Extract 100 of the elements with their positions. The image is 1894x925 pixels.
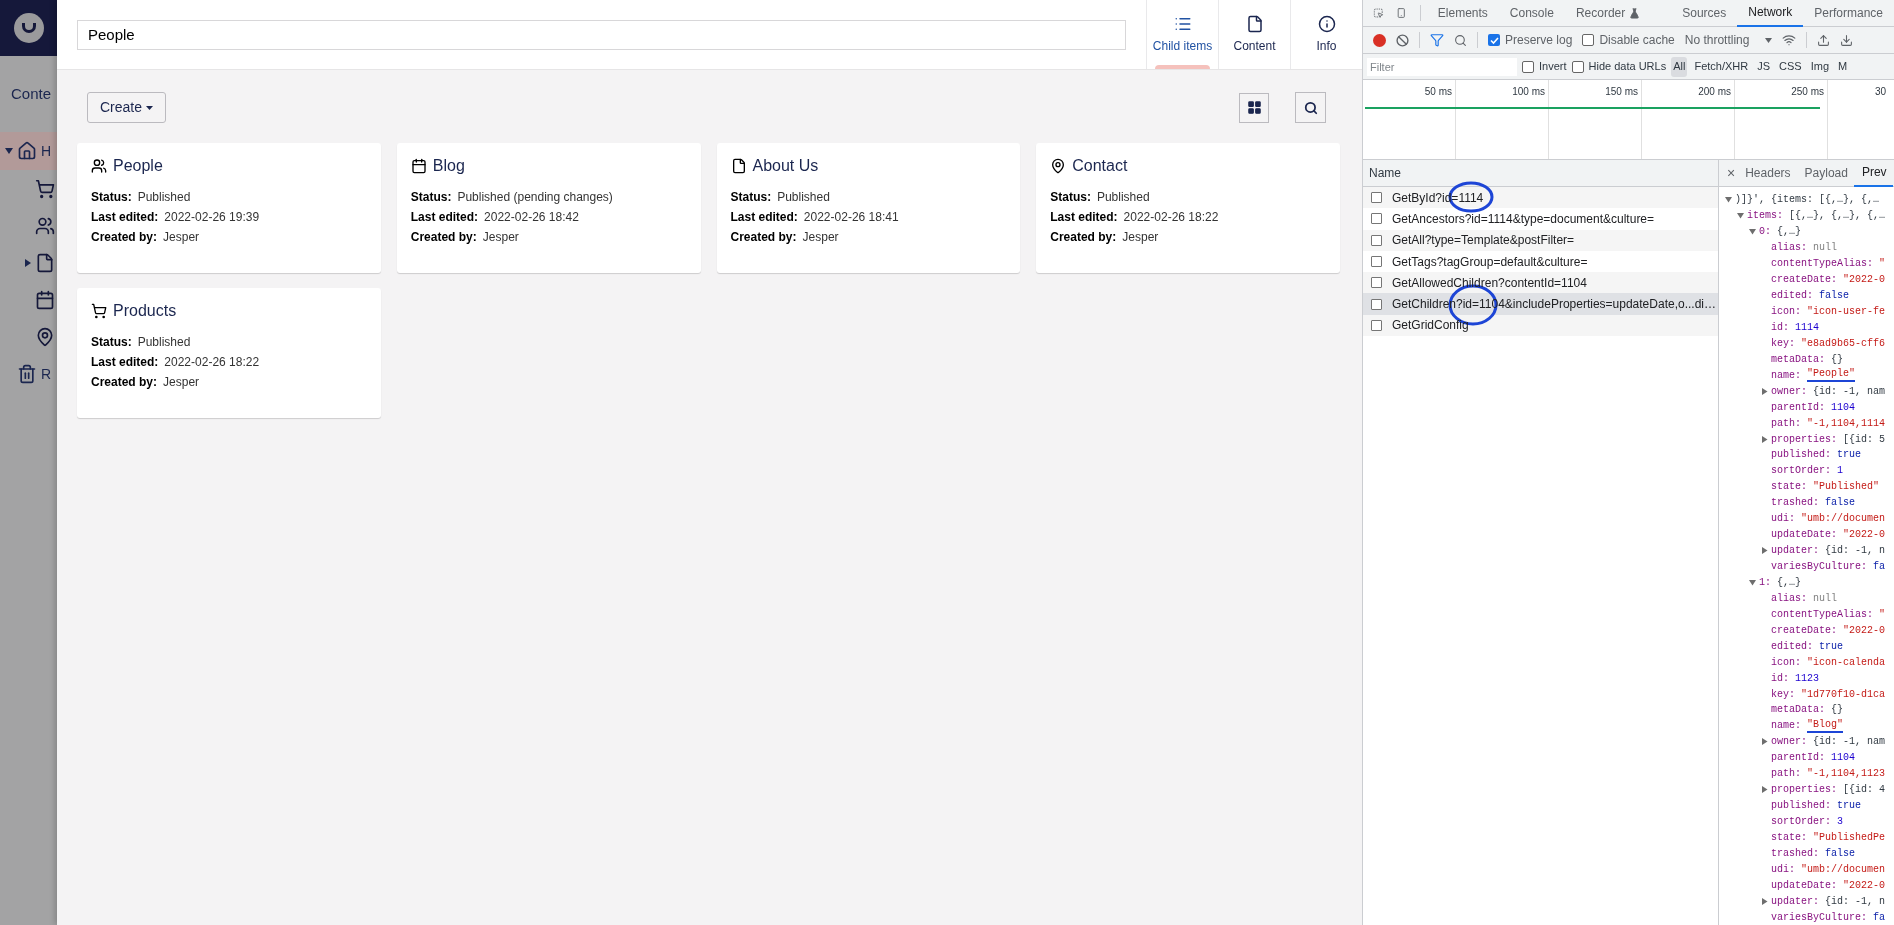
- tree-item[interactable]: [35, 289, 55, 310]
- grid-view-button[interactable]: [1239, 92, 1269, 123]
- content-card[interactable]: Contact Status: Published Last edited: 2022-02-26 18:22 Created by: Jesper: [1036, 143, 1340, 273]
- people-icon: [35, 215, 55, 236]
- preview-line: metaData: {}: [1770, 352, 1845, 367]
- checkbox-label[interactable]: Disable cache: [1599, 31, 1675, 49]
- preview-line: createDate: "2022-0: [1770, 273, 1887, 288]
- tree-item[interactable]: H: [0, 132, 57, 170]
- collapsed-arrow-icon[interactable]: [1761, 738, 1768, 746]
- network-settings-icon[interactable]: [1782, 33, 1797, 47]
- caret-icon: [146, 105, 154, 110]
- preview-line[interactable]: owner: {id: -1, nam: [1761, 733, 1894, 750]
- preview-line: udi: "umb://documen: [1770, 512, 1887, 527]
- detail-tab[interactable]: Headers: [1737, 159, 1797, 187]
- preview-line[interactable]: properties: [{id: 5: [1761, 431, 1894, 447]
- devtools-tab[interactable]: Sources: [1671, 0, 1738, 27]
- preview-line: parentId: 1104: [1770, 400, 1857, 415]
- type-filter-button[interactable]: Img: [1808, 56, 1831, 77]
- checkbox[interactable]: [1371, 213, 1382, 225]
- expanded-arrow-icon[interactable]: [1737, 212, 1744, 220]
- checkbox[interactable]: [1488, 34, 1500, 46]
- collapsed-arrow-icon[interactable]: [1761, 786, 1768, 794]
- close-button[interactable]: ×: [1725, 162, 1738, 184]
- card-title[interactable]: People: [113, 154, 163, 178]
- name-field[interactable]: People: [77, 19, 1126, 50]
- collapsed-arrow-icon[interactable]: [1761, 897, 1768, 905]
- preview-line[interactable]: items: [{,…}, {,…}, {,…: [1737, 207, 1894, 224]
- expanded-caret-icon[interactable]: [5, 147, 13, 155]
- type-filter-button[interactable]: Fetch/XHR: [1692, 56, 1751, 77]
- column-header[interactable]: Name: [1369, 164, 1401, 182]
- card-title[interactable]: Contact: [1072, 154, 1128, 178]
- content-card[interactable]: Products Status: Published Last edited: 2022-02-26 18:22 Created by: Jesper: [77, 288, 381, 418]
- request-row[interactable]: GetAllowedChildren?contentId=1104: [1363, 272, 1718, 294]
- expanded-arrow-icon[interactable]: [1749, 578, 1756, 586]
- tree-item[interactable]: [35, 252, 55, 273]
- devtools-tab[interactable]: Console: [1498, 0, 1565, 27]
- checkbox[interactable]: [1371, 256, 1382, 268]
- checkbox[interactable]: [1371, 319, 1382, 331]
- detail-tab[interactable]: Prev: [1853, 159, 1893, 187]
- checkbox[interactable]: [1371, 277, 1382, 289]
- filter-field[interactable]: Filter: [1367, 57, 1517, 76]
- checkbox[interactable]: [1371, 192, 1382, 204]
- app-tab[interactable]: Content: [1218, 0, 1290, 69]
- create-button[interactable]: Create: [87, 92, 167, 123]
- devtools-tab[interactable]: Recorder: [1564, 0, 1652, 27]
- preview-line[interactable]: properties: [{id: 4: [1761, 781, 1894, 798]
- collapsed-arrow-icon[interactable]: [1761, 387, 1768, 395]
- content-card[interactable]: Blog Status: Published (pending changes) Last edited: 2022-02-26 18:42 Created by: Jesper: [396, 143, 701, 273]
- checkbox-label[interactable]: Preserve log: [1505, 31, 1573, 49]
- checkbox[interactable]: [1371, 234, 1382, 246]
- device-icon[interactable]: [1395, 6, 1407, 20]
- card-title[interactable]: About Us: [752, 154, 819, 178]
- devtools-tab[interactable]: Performance: [1803, 0, 1894, 27]
- tree-item[interactable]: [35, 215, 55, 236]
- filter-icon[interactable]: [1430, 33, 1444, 47]
- inspect-icon[interactable]: [1373, 6, 1384, 20]
- preview-line[interactable]: owner: {id: -1, nam: [1761, 383, 1894, 400]
- collapsed-arrow-icon[interactable]: [1761, 547, 1768, 555]
- section-title: Conte: [11, 85, 52, 102]
- devtools-tab[interactable]: Elements: [1426, 0, 1499, 27]
- type-filter-button[interactable]: CSS: [1777, 56, 1804, 77]
- preview-line[interactable]: updater: {id: -1, n: [1761, 893, 1894, 910]
- expanded-arrow-icon[interactable]: [1749, 228, 1756, 236]
- preview-line: trashed: false: [1770, 846, 1857, 861]
- search-icon[interactable]: [1454, 33, 1467, 47]
- preview-line[interactable]: )]}', {items: [{,…}, {,…: [1725, 192, 1894, 208]
- collapsed-arrow-icon[interactable]: [1761, 435, 1768, 443]
- content-card[interactable]: People Status: Published Last edited: 2022-02-26 19:39 Created by: Jesper: [77, 143, 381, 273]
- card-title[interactable]: Products: [113, 299, 177, 323]
- preview-line[interactable]: updater: {id: -1, n: [1761, 542, 1894, 559]
- collapsed-caret-icon[interactable]: [24, 258, 32, 267]
- throttling-dropdown[interactable]: No throttling: [1684, 31, 1773, 49]
- request-row[interactable]: GetAll?type=Template&postFilter=: [1363, 229, 1718, 251]
- type-filter-button[interactable]: M: [1836, 56, 1850, 77]
- download-icon[interactable]: [1840, 33, 1854, 47]
- checkbox[interactable]: [1571, 60, 1584, 73]
- checkbox-label[interactable]: Invert: [1539, 58, 1567, 75]
- tree-item[interactable]: [35, 326, 55, 347]
- preview-line: path: "-1,1104,1114: [1770, 416, 1887, 431]
- detail-tab[interactable]: Payload: [1796, 159, 1854, 187]
- preview-line[interactable]: 1: {,…}: [1749, 574, 1894, 591]
- upload-icon[interactable]: [1817, 33, 1831, 47]
- field-label: Created by:: [91, 374, 158, 390]
- checkbox-label[interactable]: Hide data URLs: [1588, 58, 1667, 75]
- type-filter-button[interactable]: JS: [1755, 56, 1773, 77]
- search-button[interactable]: [1295, 92, 1326, 123]
- clear-icon[interactable]: [1396, 33, 1409, 47]
- type-filter-button[interactable]: All: [1671, 56, 1688, 77]
- record-button[interactable]: [1373, 33, 1386, 47]
- card-title[interactable]: Blog: [432, 154, 465, 178]
- app-tab[interactable]: Child items: [1146, 0, 1218, 69]
- tree-item[interactable]: [35, 178, 55, 199]
- tree-item[interactable]: R: [0, 355, 57, 393]
- checkbox[interactable]: [1371, 298, 1382, 310]
- expanded-arrow-icon[interactable]: [1725, 196, 1732, 204]
- logo-icon[interactable]: [13, 13, 44, 43]
- preview-line[interactable]: 0: {,…}: [1749, 223, 1894, 240]
- checkbox[interactable]: [1582, 34, 1595, 46]
- content-card[interactable]: About Us Status: Published Last edited: 2022-02-26 18:41 Created by: Jesper: [716, 143, 1021, 273]
- checkbox[interactable]: [1522, 60, 1534, 73]
